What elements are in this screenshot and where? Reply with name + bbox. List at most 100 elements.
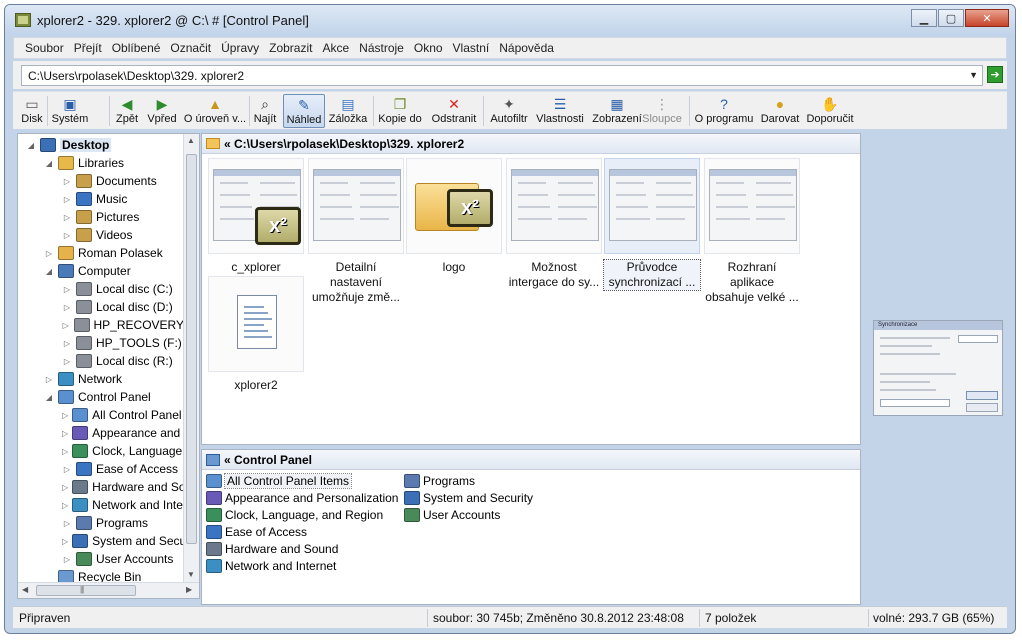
tree-vscroll-thumb[interactable] — [186, 154, 197, 544]
tree-item-clock-language-and-region[interactable]: ▷ Clock, Language, and Region — [62, 442, 184, 460]
expand-arrow-icon[interactable]: ▷ — [62, 213, 72, 222]
toolbar-button-disk[interactable]: ▭ Disk — [17, 94, 47, 128]
thumbnail-image[interactable] — [208, 276, 304, 372]
collapse-arrow-icon[interactable]: ◢ — [44, 393, 54, 402]
expand-arrow-icon[interactable]: ▷ — [62, 195, 72, 204]
toolbar-button-n-hled[interactable]: ✎ Náhled — [283, 94, 325, 128]
tree-item-local-disc-d[interactable]: ▷ Local disc (D:) — [62, 298, 173, 316]
thumbnail-image[interactable] — [506, 158, 602, 254]
tree-item-roman-polasek[interactable]: ▷ Roman Polasek — [44, 244, 163, 262]
thumbnail-item[interactable]: x² logo — [406, 158, 502, 275]
control-panel-item-network-and-internet[interactable]: Network and Internet — [206, 557, 336, 574]
expand-arrow-icon[interactable]: ▷ — [62, 555, 72, 564]
expand-arrow-icon[interactable]: ▷ — [62, 321, 70, 330]
collapse-arrow-icon[interactable]: ◢ — [44, 267, 54, 276]
tree-item-hardware-and-sound[interactable]: ▷ Hardware and Sound — [62, 478, 184, 496]
menu-item-10[interactable]: Vlastní — [448, 41, 495, 55]
expand-arrow-icon[interactable]: ▷ — [44, 375, 54, 384]
toolbar-button-o-rove-v[interactable]: ▲ O úroveň v... — [181, 94, 249, 128]
tree-hscroll-thumb[interactable] — [36, 585, 136, 596]
bottom-file-pane[interactable]: « Control Panel All Control Panel Items A… — [201, 449, 861, 605]
thumbnail-image[interactable] — [604, 158, 700, 254]
tree-item-control-panel[interactable]: ◢ Control Panel — [44, 388, 151, 406]
thumbnail-image[interactable] — [308, 158, 404, 254]
tree-item-all-control-panel-items[interactable]: ▷ All Control Panel Items — [62, 406, 184, 424]
thumbnail-item[interactable]: Možnost intergace do sy... — [506, 158, 602, 290]
bottom-pane-header[interactable]: « Control Panel — [202, 450, 860, 470]
expand-arrow-icon[interactable]: ▷ — [62, 177, 72, 186]
control-panel-item-hardware-and-sound[interactable]: Hardware and Sound — [206, 540, 338, 557]
menu-item-3[interactable]: Oblíbené — [107, 41, 166, 55]
thumbnail-item[interactable]: Průvodce synchronizací ... — [603, 158, 701, 291]
expand-arrow-icon[interactable]: ▷ — [62, 303, 72, 312]
menu-item-5[interactable]: Úpravy — [216, 41, 264, 55]
thumbnail-item[interactable]: Rozhraní aplikace obsahuje velké ... — [704, 158, 800, 305]
expand-arrow-icon[interactable]: ▷ — [62, 429, 68, 438]
menu-item-8[interactable]: Nástroje — [354, 41, 409, 55]
scroll-left-icon[interactable]: ◀ — [22, 585, 28, 594]
menu-item-2[interactable]: Přejít — [69, 41, 107, 55]
control-panel-item-all-control-panel-items[interactable]: All Control Panel Items — [206, 472, 353, 489]
title-bar[interactable]: xplorer2 - 329. xplorer2 @ C:\ # [Contro… — [5, 5, 1015, 35]
tree-item-hp-recovery[interactable]: ▷ HP_RECOVERY — [62, 316, 184, 334]
top-pane-header[interactable]: « C:\Users\rpolasek\Desktop\329. xplorer… — [202, 134, 860, 154]
scroll-up-icon[interactable]: ▲ — [187, 136, 195, 145]
expand-arrow-icon[interactable]: ▷ — [44, 249, 54, 258]
control-panel-item-appearance-and-personalization[interactable]: Appearance and Personalization — [206, 489, 398, 506]
menu-item-7[interactable]: Akce — [317, 41, 354, 55]
toolbar-button-o-programu[interactable]: ? O programu — [695, 94, 754, 128]
address-input[interactable]: C:\Users\rpolasek\Desktop\329. xplorer2 … — [21, 65, 983, 86]
collapse-arrow-icon[interactable]: ◢ — [44, 159, 54, 168]
tree-item-documents[interactable]: ▷ Documents — [62, 172, 157, 190]
toolbar-button-doporu-it[interactable]: ✋ Doporučit — [805, 94, 855, 128]
menu-item-1[interactable]: Soubor — [20, 41, 69, 55]
tree-item-ease-of-access[interactable]: ▷ Ease of Access — [62, 460, 178, 478]
toolbar-button-naj-t[interactable]: ⌕ Najít — [253, 94, 277, 128]
expand-arrow-icon[interactable]: ▷ — [62, 501, 68, 510]
toolbar-button-darovat[interactable]: ● Darovat — [761, 94, 800, 128]
minimize-button[interactable]: ▁ — [911, 9, 937, 27]
control-panel-item-ease-of-access[interactable]: Ease of Access — [206, 523, 307, 540]
toolbar-button-autofiltr[interactable]: ✦ Autofiltr — [489, 94, 529, 128]
tree-item-pictures[interactable]: ▷ Pictures — [62, 208, 139, 226]
toolbar-button-zp-t[interactable]: ◀ Zpět — [113, 94, 141, 128]
expand-arrow-icon[interactable]: ▷ — [62, 411, 68, 420]
expand-arrow-icon[interactable]: ▷ — [62, 447, 68, 456]
thumbnail-image[interactable] — [704, 158, 800, 254]
tree-item-computer[interactable]: ◢ Computer — [44, 262, 131, 280]
toolbar-button-syst-m[interactable]: ▣ Systém — [52, 94, 89, 128]
tree-item-appearance-and-personalization[interactable]: ▷ Appearance and Personalization — [62, 424, 184, 442]
expand-arrow-icon[interactable]: ▷ — [62, 537, 68, 546]
tree-item-network[interactable]: ▷ Network — [44, 370, 122, 388]
tree-item-network-and-internet[interactable]: ▷ Network and Internet — [62, 496, 184, 514]
scroll-down-icon[interactable]: ▼ — [187, 570, 195, 579]
toolbar-button-kopie-do[interactable]: ❐ Kopie do — [378, 94, 421, 128]
tree-vertical-scrollbar[interactable]: ▲ ▼ — [183, 134, 199, 582]
close-button[interactable]: ✕ — [965, 9, 1009, 27]
address-dropdown-icon[interactable]: ▼ — [969, 70, 978, 80]
toolbar-button-vlastnosti[interactable]: ☰ Vlastnosti — [535, 94, 585, 128]
top-file-pane[interactable]: « C:\Users\rpolasek\Desktop\329. xplorer… — [201, 133, 861, 445]
tree-item-local-disc-c[interactable]: ▷ Local disc (C:) — [62, 280, 173, 298]
tree-item-desktop[interactable]: ◢ Desktop — [26, 136, 112, 154]
control-panel-item-user-accounts[interactable]: User Accounts — [404, 506, 500, 523]
tree-item-hp-tools-f[interactable]: ▷ HP_TOOLS (F:) — [62, 334, 182, 352]
tree-item-videos[interactable]: ▷ Videos — [62, 226, 132, 244]
tree-item-music[interactable]: ▷ Music — [62, 190, 127, 208]
toolbar-button-zobrazen[interactable]: ▦ Zobrazení — [592, 94, 642, 128]
menu-item-6[interactable]: Zobrazit — [264, 41, 317, 55]
maximize-button[interactable]: ▢ — [938, 9, 964, 27]
toolbar-button-vp-ed[interactable]: ▶ Vpřed — [147, 94, 177, 128]
tree-item-user-accounts[interactable]: ▷ User Accounts — [62, 550, 173, 568]
expand-arrow-icon[interactable]: ▷ — [62, 465, 72, 474]
control-panel-item-clock-language-and-region[interactable]: Clock, Language, and Region — [206, 506, 383, 523]
tree-item-local-disc-r[interactable]: ▷ Local disc (R:) — [62, 352, 173, 370]
thumbnail-item[interactable]: x² c_xplorer — [208, 158, 304, 275]
menu-item-4[interactable]: Označit — [165, 41, 216, 55]
expand-arrow-icon[interactable]: ▷ — [62, 231, 72, 240]
tree-item-programs[interactable]: ▷ Programs — [62, 514, 148, 532]
thumbnail-item[interactable]: xplorer2 — [208, 276, 304, 393]
menu-item-9[interactable]: Okno — [409, 41, 448, 55]
tree-item-libraries[interactable]: ◢ Libraries — [44, 154, 124, 172]
xplorer2-app-icon[interactable] — [15, 13, 31, 27]
